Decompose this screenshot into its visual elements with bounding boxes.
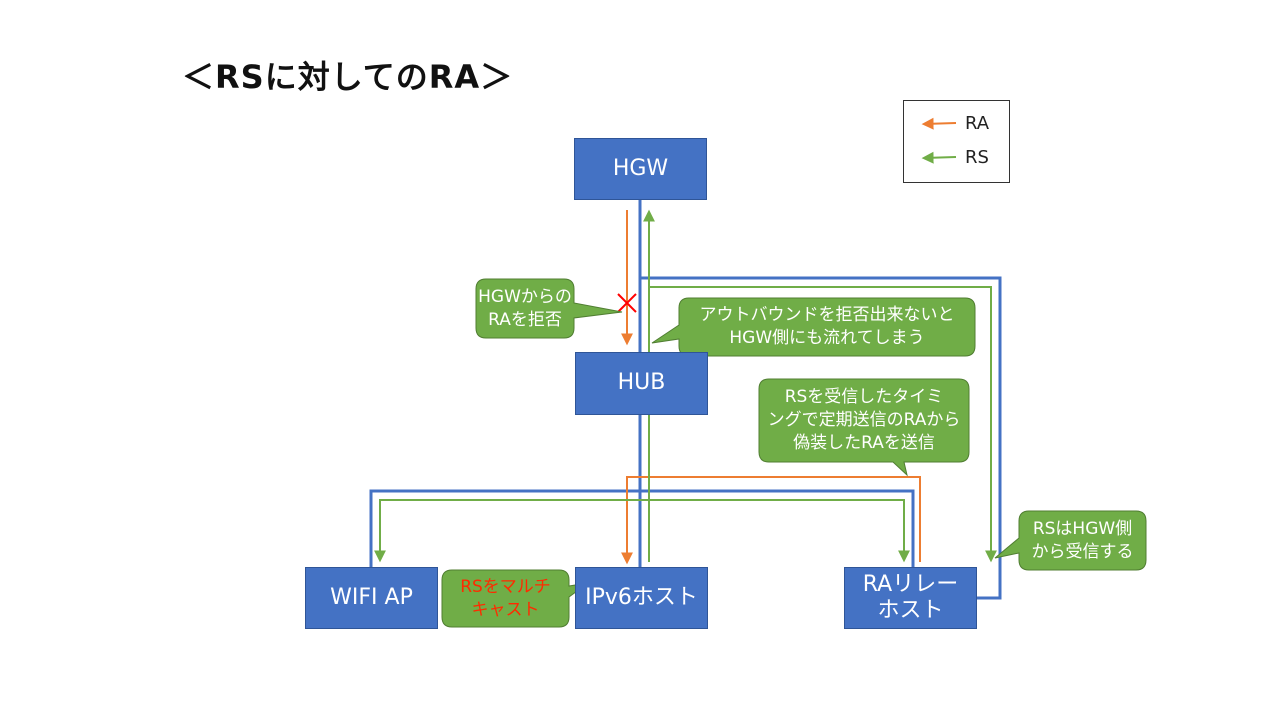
ipv6-host-node: IPv6ホスト [575, 567, 708, 629]
wifi-ap-node: WIFI AP [305, 567, 438, 629]
legend-arrows [921, 117, 957, 164]
wifi-ap-label: WIFI AP [330, 584, 413, 610]
callout-outbound-line1: アウトバウンドを拒否出来ないと [699, 305, 955, 326]
ipv6-host-label: IPv6ホスト [585, 584, 698, 610]
callout-hgw-reject-line2: RAを拒否 [488, 309, 562, 330]
callout-rs-multicast-line1: RSをマルチ [460, 576, 551, 597]
hub-label: HUB [617, 370, 666, 396]
ra-relay-host-node: RAリレー ホスト [844, 567, 977, 629]
ra-relay-label-line2: ホスト [877, 598, 944, 623]
callout-rs-from-hgw: RSはHGW側 から受信する [1019, 511, 1146, 570]
legend-ra-arrow [921, 117, 957, 130]
legend-ra-label: RA [965, 113, 990, 134]
hgw-label: HGW [612, 155, 669, 181]
callout-rs-from-hgw-line1: RSはHGW側 [1032, 518, 1133, 539]
hub-node: HUB [575, 352, 708, 415]
callout-hgw-reject: HGWからの RAを拒否 [476, 279, 574, 338]
callout-hgw-reject-line1: HGWからの [478, 286, 572, 307]
callout-timing-line1: RSを受信したタイミ [784, 387, 944, 408]
callout-outbound-line2: HGW側にも流れてしまう [729, 328, 925, 348]
callout-timing-line2: ングで定期送信のRAから [767, 410, 961, 431]
ra-relay-label-line1: RAリレー [862, 571, 959, 597]
callout-rs-from-hgw-line2: から受信する [1031, 541, 1134, 562]
legend-rs-arrow [921, 151, 957, 164]
legend: RA RS [903, 100, 1010, 183]
legend-rs-label: RS [965, 147, 989, 168]
callout-timing-line3: 偽装したRAを送信 [793, 432, 935, 453]
hgw-node: HGW [574, 138, 707, 200]
rs-arrow-to-wifi-and-relay [374, 499, 910, 563]
callout-rs-multicast: RSをマルチ キャスト [442, 570, 569, 627]
callout-timing: RSを受信したタイミ ングで定期送信のRAから 偽装したRAを送信 [759, 379, 969, 462]
callout-outbound: アウトバウンドを拒否出来ないと HGW側にも流れてしまう [679, 298, 975, 356]
callout-rs-multicast-line2: キャスト [471, 599, 540, 620]
link-hub-wifi-relay [369, 489, 915, 567]
